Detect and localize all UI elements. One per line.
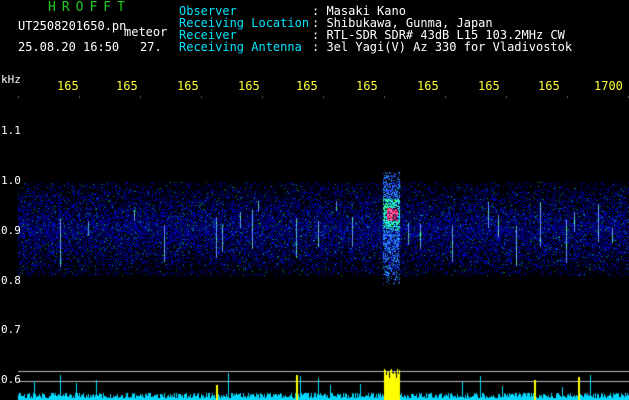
filename-label: UT2508201650.pn: [18, 19, 127, 33]
x-tick-label: 165: [57, 79, 79, 93]
x-tick-label: 165: [177, 79, 199, 93]
antenna-value: : 3el Yagi(V) Az 330 for Vladivostok: [312, 40, 573, 54]
y-tick-label: 1.1: [1, 124, 21, 137]
antenna-label: Receiving Antenna: [179, 40, 302, 54]
x-tick-label: 165: [538, 79, 560, 93]
hrofft-logo: HROFFT: [48, 0, 131, 15]
datetime-label: 25.08.20 16:50: [18, 40, 120, 54]
x-tick-label: 165: [116, 79, 138, 93]
x-tick-label: 165: [238, 79, 260, 93]
y-tick-label: 1.0: [1, 174, 21, 187]
x-tick-label: 165: [356, 79, 378, 93]
y-tick-label: 0.9: [1, 224, 21, 237]
x-tick-label: 165: [296, 79, 318, 93]
axis-unit: kHz: [1, 73, 21, 86]
y-tick-label: 0.6: [1, 373, 21, 386]
x-tick-label: 165: [417, 79, 439, 93]
count-label: 27.: [140, 40, 162, 54]
y-tick-label: 0.7: [1, 323, 21, 336]
x-tick-label: 165: [478, 79, 500, 93]
x-tick-label: 1700: [594, 79, 623, 93]
mode-label: meteor: [124, 25, 168, 39]
y-tick-label: 0.8: [1, 274, 21, 287]
spectrogram-canvas: [0, 0, 629, 400]
